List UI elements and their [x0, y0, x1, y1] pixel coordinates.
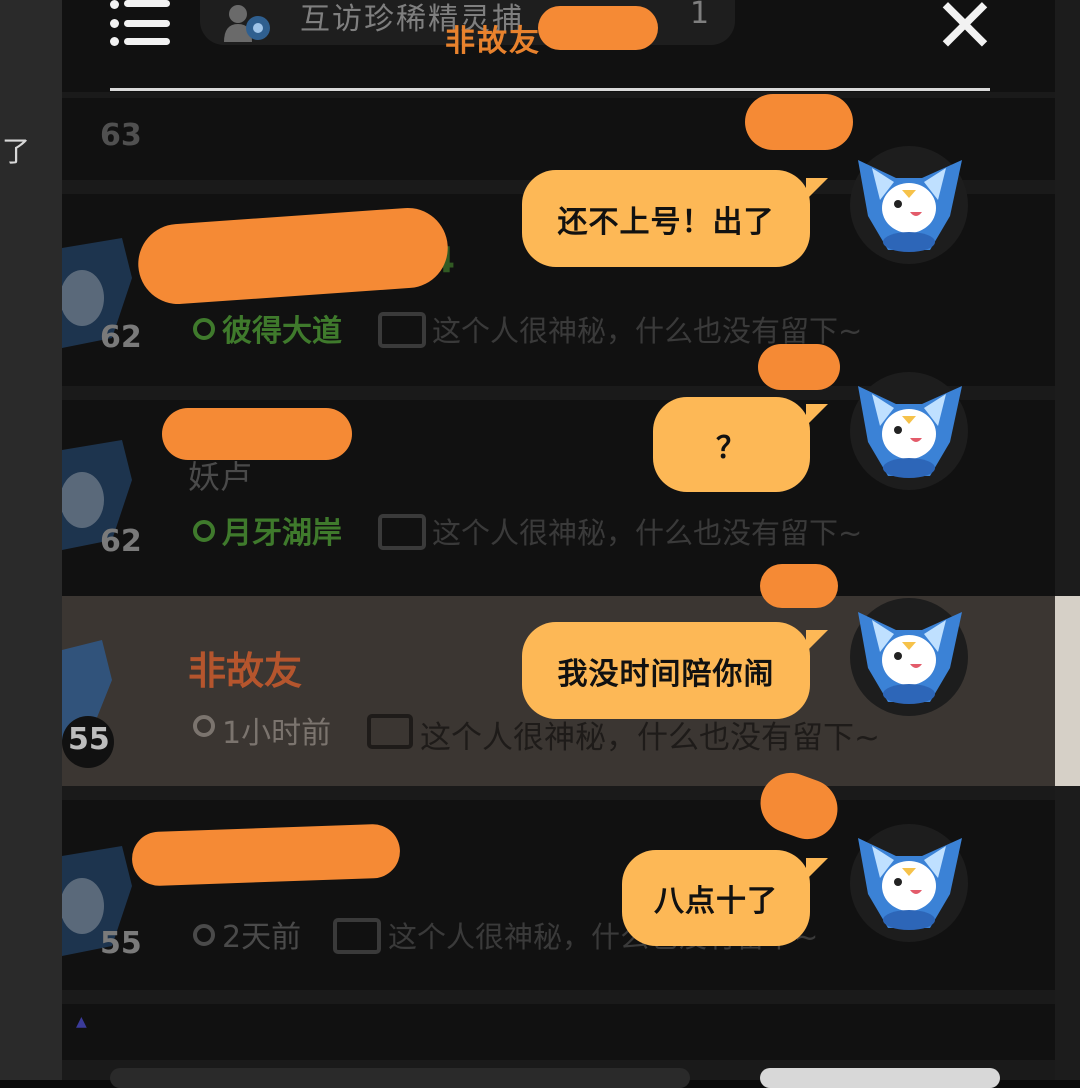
- chat-bubble-tail: [806, 858, 828, 880]
- left-edge-text: 了: [2, 135, 31, 168]
- location-icon: [193, 520, 215, 542]
- last-online-text: 2天前: [222, 920, 302, 955]
- level-badge: 62: [100, 320, 142, 355]
- level-badge: 55: [68, 722, 110, 757]
- level-badge: 63: [100, 118, 142, 153]
- location-icon: [193, 318, 215, 340]
- sprite-avatar-icon: [858, 386, 962, 478]
- bio-text: 这个人很神秘，什么也没有留下~: [432, 516, 863, 550]
- right-background-strip: [1055, 0, 1080, 1080]
- card-icon: [367, 714, 413, 749]
- friend-name: 非故友: [188, 649, 303, 693]
- row-separator: [62, 990, 1055, 1004]
- visit-count: 1: [690, 0, 710, 31]
- row-separator: [62, 786, 1055, 800]
- location-text: 彼得大道: [222, 314, 342, 349]
- chat-bubble: 八点十了: [622, 850, 810, 946]
- bottom-button[interactable]: [760, 1068, 1000, 1088]
- time-icon: [193, 924, 215, 946]
- location-text: 月牙湖岸: [222, 516, 342, 551]
- card-icon: [333, 918, 381, 954]
- sprite-avatar-icon: [858, 160, 962, 252]
- card-icon: [378, 514, 426, 550]
- sprite-avatar-icon: [858, 838, 962, 930]
- chat-bubble: 我没时间陪你闹: [522, 622, 810, 719]
- close-icon[interactable]: ✕: [925, 0, 1005, 66]
- chat-avatar: [850, 824, 968, 942]
- chat-avatar: [850, 146, 968, 264]
- level-badge: 55: [100, 926, 142, 961]
- chat-bubble: 还不上号！出了: [522, 170, 810, 267]
- chat-bubble-tail: [806, 178, 828, 200]
- scroll-indicator: ▲: [76, 1014, 87, 1030]
- chat-avatar: [850, 372, 968, 490]
- redaction-mark: [538, 6, 658, 50]
- redaction-mark: [162, 408, 352, 460]
- time-icon: [193, 715, 215, 737]
- header-divider: [110, 88, 990, 91]
- chat-avatar: [850, 598, 968, 716]
- chat-bubble-tail: [806, 404, 828, 426]
- redaction-mark: [758, 344, 840, 390]
- redaction-mark: [760, 564, 838, 608]
- chat-bubble: ？: [653, 397, 810, 492]
- redaction-mark: [131, 823, 401, 887]
- row-separator: [62, 92, 1055, 98]
- page-title: 非故友: [445, 24, 541, 59]
- sprite-avatar-icon: [858, 612, 962, 704]
- person-icon: [224, 5, 270, 42]
- redaction-mark: [745, 94, 853, 150]
- bottom-button[interactable]: [110, 1068, 690, 1088]
- chat-bubble-tail: [806, 630, 828, 652]
- level-badge: 62: [100, 524, 142, 559]
- right-highlight-strip: [1055, 596, 1080, 786]
- card-icon: [378, 312, 426, 348]
- last-online-text: 1小时前: [222, 716, 332, 751]
